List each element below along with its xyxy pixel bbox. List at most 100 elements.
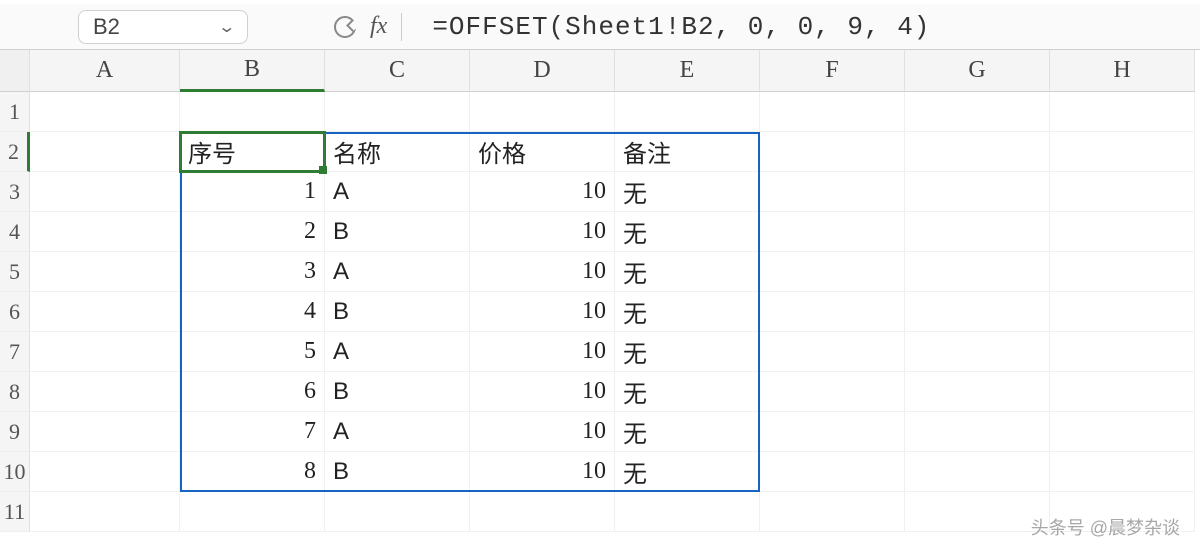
cell-B8[interactable]: 6 — [180, 372, 325, 412]
cell-E2[interactable]: 备注 — [615, 132, 760, 172]
cell-H2[interactable] — [1050, 132, 1195, 172]
cell-G7[interactable] — [905, 332, 1050, 372]
cell-C5[interactable]: A — [325, 252, 470, 292]
cell-F6[interactable] — [760, 292, 905, 332]
cell-G1[interactable] — [905, 92, 1050, 132]
column-header-g[interactable]: G — [905, 50, 1050, 92]
row-header-9[interactable]: 9 — [0, 412, 30, 452]
cell-C6[interactable]: B — [325, 292, 470, 332]
cell-B11[interactable] — [180, 492, 325, 532]
cell-D2[interactable]: 价格 — [470, 132, 615, 172]
cell-A1[interactable] — [30, 92, 180, 132]
cell-C7[interactable]: A — [325, 332, 470, 372]
cell-G9[interactable] — [905, 412, 1050, 452]
spreadsheet[interactable]: ABCDEFGH12序号名称价格备注31A10无42B10无53A10无64B1… — [0, 50, 1200, 532]
row-header-3[interactable]: 3 — [0, 172, 30, 212]
cell-F1[interactable] — [760, 92, 905, 132]
cell-B3[interactable]: 1 — [180, 172, 325, 212]
cell-F3[interactable] — [760, 172, 905, 212]
cell-E4[interactable]: 无 — [615, 212, 760, 252]
cell-E11[interactable] — [615, 492, 760, 532]
cell-F9[interactable] — [760, 412, 905, 452]
row-header-11[interactable]: 11 — [0, 492, 30, 532]
cell-H1[interactable] — [1050, 92, 1195, 132]
cell-D4[interactable]: 10 — [470, 212, 615, 252]
name-box[interactable]: B2 ⌄ — [78, 10, 248, 44]
cell-H6[interactable] — [1050, 292, 1195, 332]
chevron-down-icon[interactable]: ⌄ — [217, 17, 236, 37]
cell-E9[interactable]: 无 — [615, 412, 760, 452]
cell-F7[interactable] — [760, 332, 905, 372]
cell-A4[interactable] — [30, 212, 180, 252]
cell-H10[interactable] — [1050, 452, 1195, 492]
cancel-icon[interactable] — [334, 16, 356, 38]
row-header-7[interactable]: 7 — [0, 332, 30, 372]
cell-D7[interactable]: 10 — [470, 332, 615, 372]
cell-A7[interactable] — [30, 332, 180, 372]
cell-C10[interactable]: B — [325, 452, 470, 492]
fx-icon[interactable]: fx — [370, 13, 387, 40]
cell-G3[interactable] — [905, 172, 1050, 212]
column-header-b[interactable]: B — [180, 50, 325, 92]
cell-C11[interactable] — [325, 492, 470, 532]
cell-G8[interactable] — [905, 372, 1050, 412]
cell-G11[interactable] — [905, 492, 1050, 532]
cell-D8[interactable]: 10 — [470, 372, 615, 412]
cell-A10[interactable] — [30, 452, 180, 492]
column-header-d[interactable]: D — [470, 50, 615, 92]
cell-H9[interactable] — [1050, 412, 1195, 452]
column-header-e[interactable]: E — [615, 50, 760, 92]
cell-G4[interactable] — [905, 212, 1050, 252]
cell-D3[interactable]: 10 — [470, 172, 615, 212]
cell-D9[interactable]: 10 — [470, 412, 615, 452]
cell-B2[interactable]: 序号 — [180, 132, 325, 172]
cell-A11[interactable] — [30, 492, 180, 532]
row-header-8[interactable]: 8 — [0, 372, 30, 412]
cell-A3[interactable] — [30, 172, 180, 212]
cell-E5[interactable]: 无 — [615, 252, 760, 292]
select-all-corner[interactable] — [0, 50, 30, 92]
row-header-10[interactable]: 10 — [0, 452, 30, 492]
cell-A9[interactable] — [30, 412, 180, 452]
cell-E6[interactable]: 无 — [615, 292, 760, 332]
cell-C1[interactable] — [325, 92, 470, 132]
cell-A8[interactable] — [30, 372, 180, 412]
cell-F8[interactable] — [760, 372, 905, 412]
cell-C8[interactable]: B — [325, 372, 470, 412]
row-header-2[interactable]: 2 — [0, 132, 30, 172]
column-header-c[interactable]: C — [325, 50, 470, 92]
row-header-4[interactable]: 4 — [0, 212, 30, 252]
cell-C4[interactable]: B — [325, 212, 470, 252]
cell-G5[interactable] — [905, 252, 1050, 292]
cell-H5[interactable] — [1050, 252, 1195, 292]
row-header-1[interactable]: 1 — [0, 92, 30, 132]
cell-E1[interactable] — [615, 92, 760, 132]
cell-D5[interactable]: 10 — [470, 252, 615, 292]
cell-F10[interactable] — [760, 452, 905, 492]
cell-G2[interactable] — [905, 132, 1050, 172]
cell-G6[interactable] — [905, 292, 1050, 332]
formula-input[interactable] — [408, 10, 1192, 44]
cell-E10[interactable]: 无 — [615, 452, 760, 492]
cell-E3[interactable]: 无 — [615, 172, 760, 212]
cell-F4[interactable] — [760, 212, 905, 252]
cell-H7[interactable] — [1050, 332, 1195, 372]
cell-H8[interactable] — [1050, 372, 1195, 412]
cell-B5[interactable]: 3 — [180, 252, 325, 292]
cell-E7[interactable]: 无 — [615, 332, 760, 372]
cell-C3[interactable]: A — [325, 172, 470, 212]
column-header-h[interactable]: H — [1050, 50, 1195, 92]
cell-A5[interactable] — [30, 252, 180, 292]
cell-C9[interactable]: A — [325, 412, 470, 452]
cell-D6[interactable]: 10 — [470, 292, 615, 332]
cell-D10[interactable]: 10 — [470, 452, 615, 492]
cell-G10[interactable] — [905, 452, 1050, 492]
cell-H4[interactable] — [1050, 212, 1195, 252]
cell-B7[interactable]: 5 — [180, 332, 325, 372]
cell-B4[interactable]: 2 — [180, 212, 325, 252]
cell-A6[interactable] — [30, 292, 180, 332]
cell-F2[interactable] — [760, 132, 905, 172]
cell-H3[interactable] — [1050, 172, 1195, 212]
cell-B6[interactable]: 4 — [180, 292, 325, 332]
column-header-a[interactable]: A — [30, 50, 180, 92]
